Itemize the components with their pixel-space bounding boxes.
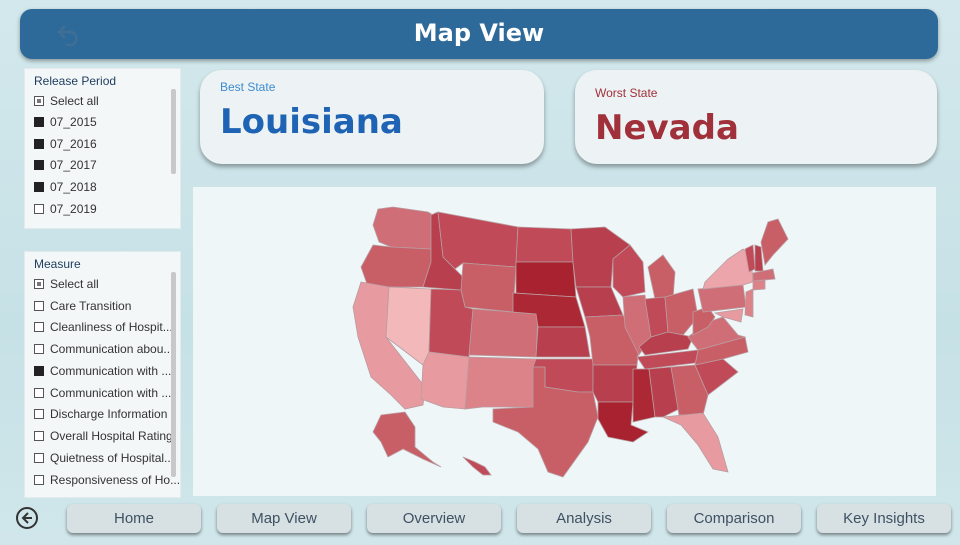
state-me[interactable] (760, 218, 789, 266)
checkbox-icon[interactable] (34, 321, 44, 332)
nav-home-button[interactable]: Home (67, 504, 201, 533)
state-ks[interactable] (535, 326, 591, 358)
checkbox-icon[interactable] (34, 138, 44, 149)
slicer-item[interactable]: Discharge Information (34, 407, 167, 427)
slicer-item[interactable]: Select all (34, 94, 99, 114)
best-state-value: Louisiana (220, 102, 403, 142)
state-nd[interactable] (515, 226, 574, 263)
state-az[interactable] (420, 351, 470, 410)
page-header: Map View (20, 9, 938, 59)
slicer-item[interactable]: Responsiveness of Ho... (34, 473, 180, 493)
us-map-canvas[interactable] (193, 187, 936, 496)
state-wy[interactable] (460, 262, 517, 313)
slicer-item[interactable]: Select all (34, 277, 99, 297)
nav-comparison-button[interactable]: Comparison (667, 504, 801, 533)
slicer-item[interactable]: 07_2016 (34, 137, 97, 157)
nav-map-view-button[interactable]: Map View (217, 504, 351, 533)
state-fl[interactable] (661, 412, 729, 473)
best-state-label: Best State (220, 80, 276, 94)
nav-analysis-button[interactable]: Analysis (517, 504, 651, 533)
state-co[interactable] (468, 308, 539, 358)
checkbox-icon[interactable] (34, 203, 44, 214)
state-ia[interactable] (575, 286, 624, 318)
nav-key-insights-button[interactable]: Key Insights (817, 504, 951, 533)
checkbox-icon[interactable] (34, 95, 44, 106)
state-ak[interactable] (372, 411, 442, 468)
checkbox-icon[interactable] (34, 365, 44, 376)
checkbox-icon[interactable] (34, 278, 44, 289)
state-ar[interactable] (592, 364, 638, 403)
measure-slicer: Measure Select all Care Transition Clean… (24, 251, 181, 498)
nav-overview-button[interactable]: Overview (367, 504, 501, 533)
state-nm[interactable] (464, 356, 537, 410)
circle-left-arrow-icon[interactable] (16, 507, 38, 529)
us-choropleth-map[interactable] (193, 187, 936, 496)
slicer-item[interactable]: Quietness of Hospital... (34, 451, 174, 471)
slicer-item[interactable]: Communication with ... (34, 364, 171, 384)
state-mi[interactable] (647, 254, 676, 300)
checkbox-icon[interactable] (34, 116, 44, 127)
slicer-item[interactable]: Overall Hospital Rating (34, 429, 173, 449)
state-sd[interactable] (515, 261, 577, 298)
scrollbar[interactable] (171, 89, 176, 174)
scrollbar[interactable] (171, 272, 176, 477)
checkbox-icon[interactable] (34, 300, 44, 311)
state-mt[interactable] (437, 211, 519, 270)
worst-state-value: Nevada (595, 108, 739, 148)
checkbox-icon[interactable] (34, 430, 44, 441)
checkbox-icon[interactable] (34, 181, 44, 192)
slicer-item[interactable]: Care Transition (34, 299, 131, 319)
checkbox-icon[interactable] (34, 159, 44, 170)
worst-state-card: Worst State Nevada (575, 70, 937, 164)
state-or[interactable] (360, 244, 432, 288)
checkbox-icon[interactable] (34, 343, 44, 354)
slicer-item[interactable]: 07_2019 (34, 202, 97, 222)
checkbox-icon[interactable] (34, 452, 44, 463)
release-period-slicer: Release Period Select all 07_2015 07_201… (24, 68, 181, 229)
slicer-item[interactable]: 07_2017 (34, 158, 97, 178)
state-wa[interactable] (372, 206, 434, 250)
slicer-item[interactable]: Communication abou... (34, 342, 173, 362)
slicer-item[interactable]: Cleanliness of Hospit... (34, 320, 173, 340)
slicer-item[interactable]: 07_2015 (34, 115, 97, 135)
state-hi[interactable] (462, 456, 492, 476)
slicer-item[interactable]: 07_2018 (34, 180, 97, 200)
slicer-title: Measure (34, 257, 81, 271)
best-state-card: Best State Louisiana (200, 70, 544, 164)
page-title: Map View (413, 19, 545, 47)
state-nj[interactable] (744, 288, 754, 318)
worst-state-label: Worst State (595, 86, 658, 100)
checkbox-icon[interactable] (34, 474, 44, 485)
checkbox-icon[interactable] (34, 387, 44, 398)
checkbox-icon[interactable] (34, 408, 44, 419)
state-ct[interactable] (752, 279, 766, 291)
state-ny[interactable] (702, 248, 754, 290)
slicer-item[interactable]: Communication with ... (34, 386, 171, 406)
slicer-title: Release Period (34, 74, 117, 88)
